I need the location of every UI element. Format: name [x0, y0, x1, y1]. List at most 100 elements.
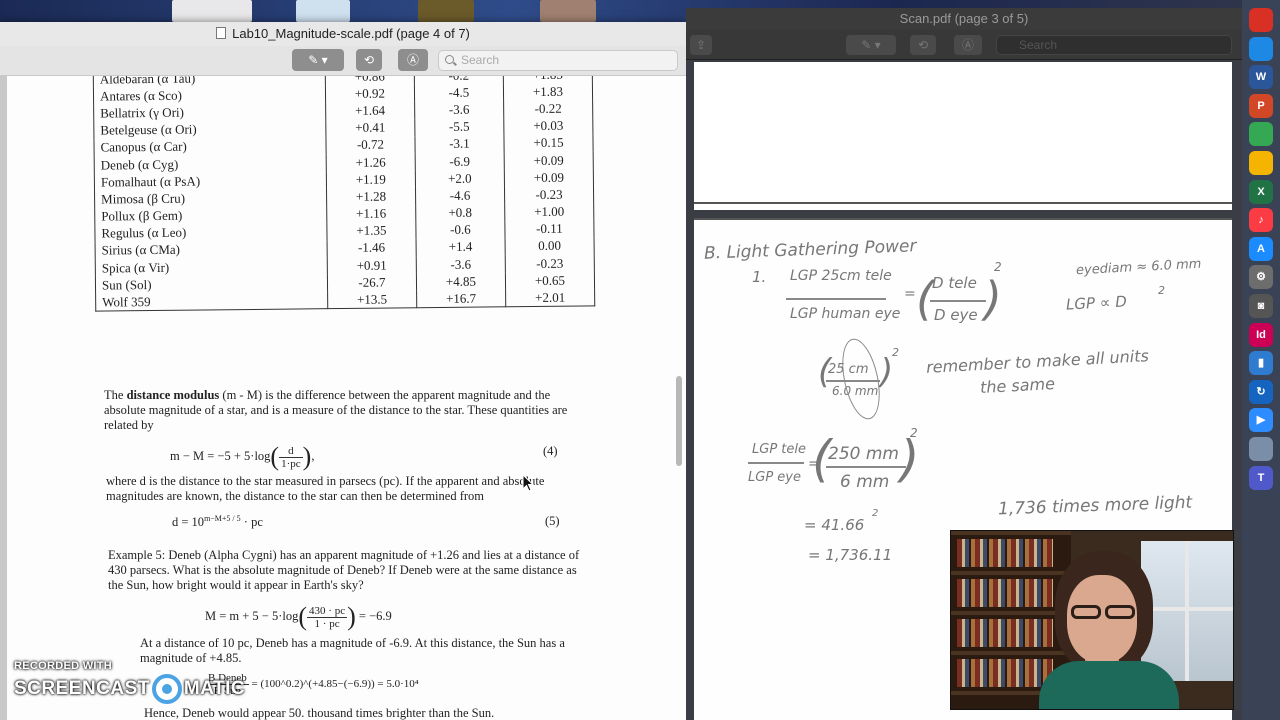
chrome-icon[interactable] [1249, 8, 1273, 32]
search-input[interactable]: Search [996, 35, 1232, 55]
magnitude-cell: +16.7 [416, 289, 506, 308]
magnitude-cell: -0.22 [503, 99, 593, 118]
magnitude-cell: +0.03 [503, 116, 593, 136]
photos-icon[interactable] [1249, 151, 1273, 175]
preview-toolbar: ⇪ ✎ ▾ ⟲ Ⓐ Search [686, 30, 1242, 60]
scan-page-previous[interactable] [694, 62, 1232, 210]
magnitude-cell: -0.23 [504, 185, 594, 204]
magnitude-cell: -26.7 [327, 273, 417, 292]
magnitude-cell: -1.46 [326, 239, 417, 258]
powerpoint-icon[interactable]: P [1249, 93, 1273, 118]
magnitude-cell: +0.15 [503, 134, 594, 153]
result-value-squared: = 41.66 [804, 516, 865, 534]
magnitude-cell: +0.65 [505, 271, 595, 290]
search-placeholder: Search [1019, 38, 1058, 52]
music-icon[interactable]: ♪ [1249, 208, 1273, 233]
book-row [957, 579, 1053, 607]
indesign-icon[interactable]: Id [1249, 322, 1273, 347]
markup-pen-button[interactable]: ✎ ▾ [846, 35, 896, 55]
magnitude-cell: +1.00 [504, 202, 594, 222]
equation-5: d = 10m−M+5 / 5 · pc [172, 514, 263, 530]
desktop-file-thumbnail[interactable] [540, 0, 596, 22]
conclusion-paragraph: Hence, Deneb would appear 50. thousand t… [144, 706, 495, 720]
page-divider [694, 202, 1232, 204]
book-row [957, 539, 1053, 567]
desktop-file-thumbnail[interactable] [172, 0, 252, 22]
distance-modulus-paragraph: The distance modulus (m - M) is the diff… [104, 388, 568, 432]
magnitude-cell: 0.00 [504, 237, 595, 256]
result-value: = 1,736.11 [808, 546, 893, 564]
book-row [957, 619, 1053, 647]
equals-sign: = [904, 286, 916, 302]
equation-5-number: (5) [545, 514, 560, 528]
lgp-ratio-numerator: LGP 25cm tele [790, 268, 892, 284]
magnitude-cell: +0.09 [504, 168, 594, 187]
mouse-cursor-icon [522, 474, 534, 492]
greenapp-icon[interactable] [1249, 122, 1273, 147]
d-ratio-denominator: D eye [934, 306, 978, 324]
screencast-watermark: RECORDED WITH SCREENCAST MATIC [14, 660, 245, 704]
zoom-icon[interactable]: ▶ [1249, 408, 1273, 433]
magnitude-cell: +1.19 [326, 170, 416, 189]
search-input[interactable]: Search [438, 50, 678, 71]
magnitude-cell: +1.35 [326, 221, 416, 241]
desktop-file-thumbnail[interactable] [418, 0, 474, 22]
sync-icon[interactable]: ↻ [1249, 379, 1273, 404]
presenter-shirt [1039, 661, 1179, 709]
eye-diameter-note: eyediam ≈ 6.0 mm [1075, 256, 1202, 279]
charts-icon[interactable]: ▮ [1249, 351, 1273, 376]
excel-icon[interactable]: X [1249, 179, 1273, 204]
webcam-overlay[interactable] [950, 530, 1234, 710]
finder-icon[interactable] [1249, 437, 1273, 461]
markup-toolbar-button[interactable]: Ⓐ [954, 35, 982, 55]
watermark-brand-left: SCREENCAST [14, 678, 150, 700]
vertical-scrollbar[interactable] [676, 376, 682, 466]
absolute-magnitude-equation: M = m + 5 − 5·log(430 · pc 1 · pc) = −6.9 [205, 602, 392, 631]
preferences-icon[interactable]: ⚙ [1249, 265, 1273, 290]
magnitude-cell: -4.5 [414, 83, 504, 102]
markup-toolbar-button[interactable]: Ⓐ [398, 49, 428, 71]
fraction-bar [826, 466, 906, 468]
rotate-button[interactable]: ⟲ [356, 49, 382, 71]
magnitude-cell: +13.5 [327, 290, 417, 309]
appstore-icon[interactable]: A [1249, 236, 1273, 261]
magnitude-cell: +4.85 [416, 272, 506, 291]
exponent-2: 2 [994, 260, 1002, 274]
magnitude-cell: +0.41 [325, 118, 415, 137]
safari-icon[interactable] [1249, 36, 1273, 61]
desktop-file-thumbnail[interactable] [296, 0, 350, 22]
magnitude-cell: +1.28 [326, 187, 416, 206]
share-button[interactable]: ⇪ [690, 35, 712, 55]
distance-paragraph: where d is the distance to the star meas… [106, 474, 545, 503]
pdf-page[interactable]: Aldebaran (α Tau)+0.86-0.2+1.83Antares (… [0, 76, 686, 720]
big-paren-right: ) [984, 272, 1002, 326]
example-5-paragraph: Example 5: Deneb (Alpha Cygni) has an ap… [108, 548, 580, 592]
teams-icon[interactable]: T [1249, 465, 1273, 490]
exponent-2: 2 [1158, 284, 1165, 297]
screencast-logo-icon [151, 674, 182, 704]
mm-ratio-denominator: 6 mm [840, 472, 890, 492]
magnitude-cell: +0.92 [325, 84, 415, 103]
window-titlebar[interactable]: Lab10_Magnitude-scale.pdf (page 4 of 7) [0, 22, 686, 46]
magnitude-cell: -0.6 [415, 221, 505, 240]
magnitude-cell: -3.1 [414, 135, 505, 154]
magnitude-cell: -0.11 [504, 220, 595, 239]
section-heading: B. Light Gathering Power [703, 236, 917, 264]
window-titlebar[interactable]: Scan.pdf (page 3 of 5) [686, 8, 1242, 30]
magnitude-cell: +1.16 [326, 204, 416, 223]
screenshot-icon[interactable]: ◙ [1249, 294, 1273, 318]
conclusion-note: 1,736 times more light [997, 492, 1193, 520]
rotate-button[interactable]: ⟲ [910, 35, 936, 55]
presenter-glasses [1067, 605, 1139, 621]
magnitude-cell: -6.9 [415, 152, 505, 171]
magnitude-cell: -5.5 [414, 117, 504, 137]
search-placeholder: Search [461, 53, 500, 67]
proportionality-note: LGP ∝ D [1065, 292, 1128, 314]
magnitude-cell: +0.8 [415, 203, 505, 222]
watermark-line1: RECORDED WITH [14, 660, 113, 672]
item-number: 1. [752, 268, 767, 286]
word-icon[interactable]: W [1249, 65, 1273, 90]
markup-pen-button[interactable]: ✎ ▾ [292, 49, 344, 71]
pdf-window-left: Lab10_Magnitude-scale.pdf (page 4 of 7) … [0, 22, 686, 720]
page-gutter [0, 76, 7, 720]
